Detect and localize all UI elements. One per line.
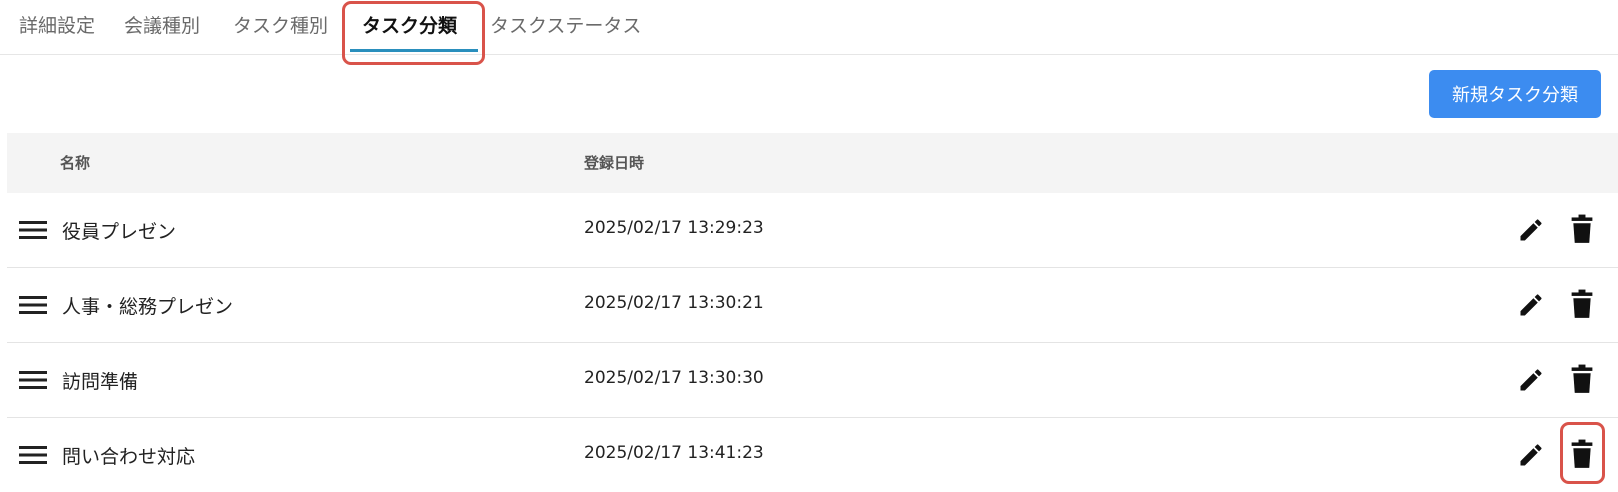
row-registered-at: 2025/02/17 13:29:23 [584,218,764,238]
trash-icon[interactable] [1568,289,1596,319]
pencil-icon[interactable] [1517,216,1545,244]
tab-task-status[interactable]: タスクステータス [490,12,641,40]
table-row: 訪問準備 2025/02/17 13:30:30 [7,343,1618,418]
tab-bar: 詳細設定 会議種別 タスク種別 タスク分類 タスクステータス [0,0,1618,65]
table-header: 名称 登録日時 [7,133,1618,193]
drag-handle-icon[interactable] [19,220,47,240]
pencil-icon[interactable] [1517,366,1545,394]
trash-icon[interactable] [1568,439,1596,469]
drag-handle-icon[interactable] [19,295,47,315]
row-name: 人事・総務プレゼン [62,296,234,318]
new-task-category-button[interactable]: 新規タスク分類 [1429,70,1601,118]
table-row: 役員プレゼン 2025/02/17 13:29:23 [7,193,1618,268]
pencil-icon[interactable] [1517,441,1545,469]
trash-icon[interactable] [1568,214,1596,244]
tab-task-types[interactable]: タスク種別 [233,12,328,40]
table-row: 人事・総務プレゼン 2025/02/17 13:30:21 [7,268,1618,343]
table-row: 問い合わせ対応 2025/02/17 13:41:23 [7,418,1618,492]
column-header-name: 名称 [60,154,91,172]
row-registered-at: 2025/02/17 13:30:30 [584,368,764,388]
drag-handle-icon[interactable] [19,370,47,390]
row-registered-at: 2025/02/17 13:30:21 [584,293,764,313]
row-name: 役員プレゼン [62,221,177,243]
column-header-registered-at: 登録日時 [584,154,645,172]
row-name: 訪問準備 [62,371,139,393]
row-name: 問い合わせ対応 [62,446,196,468]
drag-handle-icon[interactable] [19,445,47,465]
tab-detail-settings[interactable]: 詳細設定 [19,12,95,40]
tab-meeting-types[interactable]: 会議種別 [124,12,200,40]
row-registered-at: 2025/02/17 13:41:23 [584,443,764,463]
trash-icon[interactable] [1568,364,1596,394]
pencil-icon[interactable] [1517,291,1545,319]
highlight-box-tab [342,1,485,65]
task-category-table: 名称 登録日時 役員プレゼン 2025/02/17 13:29:23 人事・総務… [7,133,1618,492]
